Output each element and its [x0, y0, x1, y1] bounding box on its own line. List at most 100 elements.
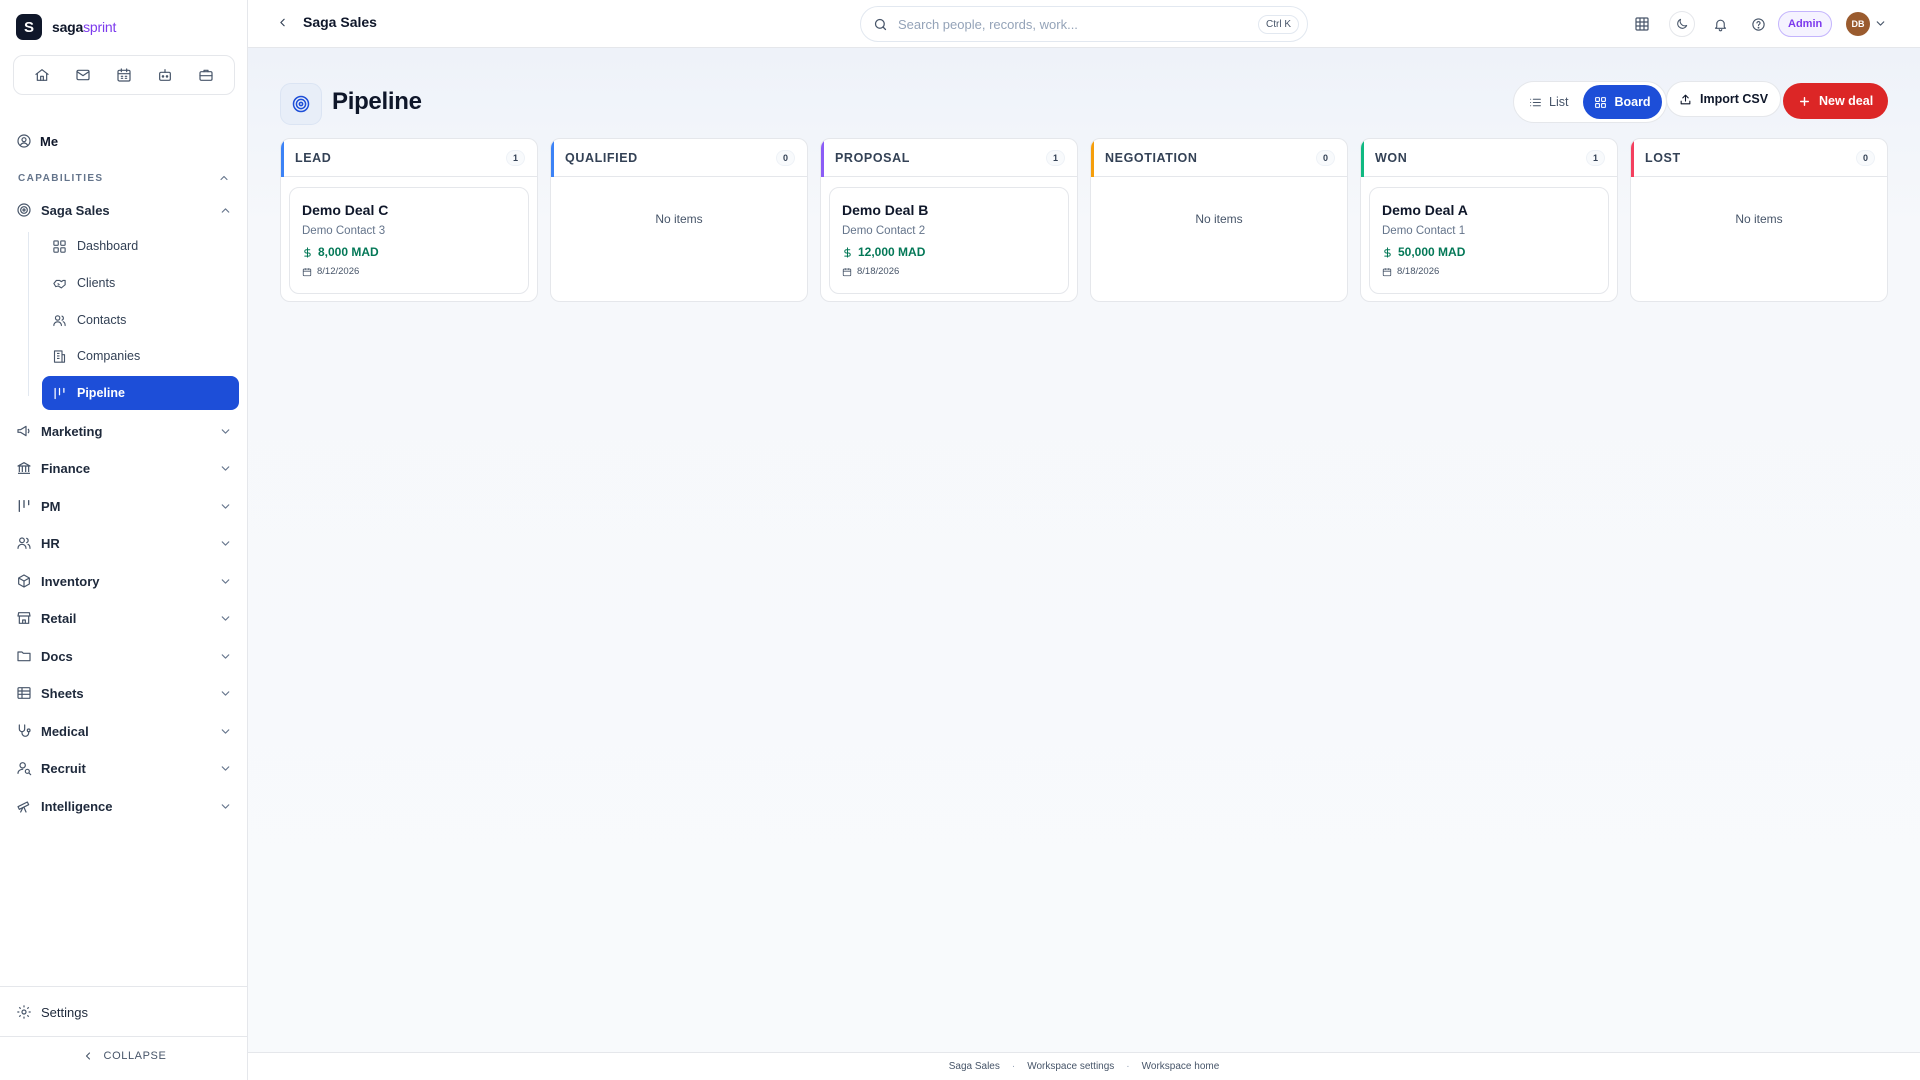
admin-badge[interactable]: Admin — [1778, 11, 1833, 37]
table-icon — [16, 685, 32, 701]
folder-icon — [16, 648, 32, 664]
dashboard-icon — [52, 239, 67, 254]
sidebar-item-companies[interactable]: Companies — [42, 339, 239, 373]
target-icon — [16, 202, 32, 218]
deal-date-value: 8/18/2026 — [857, 266, 900, 277]
column-title: WON — [1375, 150, 1408, 165]
section-retail[interactable]: Retail — [16, 604, 232, 632]
briefcase-icon[interactable] — [192, 61, 220, 89]
section-hr[interactable]: HR — [16, 529, 232, 557]
sidebar-item-dashboard[interactable]: Dashboard — [42, 229, 239, 263]
deal-card[interactable]: Demo Deal B Demo Contact 2 12,000 MAD 8/… — [829, 187, 1069, 294]
new-deal-button[interactable]: New deal — [1783, 83, 1889, 119]
mail-icon[interactable] — [69, 61, 97, 89]
empty-state: No items — [1195, 212, 1243, 226]
column-count: 0 — [775, 149, 795, 166]
import-csv-button[interactable]: Import CSV — [1666, 81, 1782, 117]
sidebar-item-contacts[interactable]: Contacts — [42, 303, 239, 337]
stage-accent — [1361, 139, 1364, 177]
chevron-up-icon — [219, 204, 232, 217]
deal-card[interactable]: Demo Deal C Demo Contact 3 8,000 MAD 8/1… — [289, 187, 529, 294]
sidebar-divider — [0, 1036, 248, 1037]
sidebar-divider — [0, 986, 248, 987]
section-saga-sales[interactable]: Saga Sales — [16, 196, 232, 224]
nav-me[interactable]: Me — [16, 130, 58, 152]
sidebar-item-clients[interactable]: Clients — [42, 266, 239, 300]
section-intelligence[interactable]: Intelligence — [16, 792, 232, 820]
stethoscope-icon — [16, 723, 32, 739]
section-medical[interactable]: Medical — [16, 717, 232, 745]
view-toggle: List Board — [1513, 81, 1667, 123]
brand[interactable]: S sagasprint — [16, 14, 116, 40]
sidebar-item-label: Dashboard — [77, 239, 139, 253]
breadcrumb-title[interactable]: Saga Sales — [303, 14, 377, 30]
search-input[interactable] — [898, 16, 1248, 32]
view-list-button[interactable]: List — [1518, 85, 1579, 119]
home-icon[interactable] — [28, 61, 56, 89]
settings-link[interactable]: Settings — [16, 1004, 88, 1020]
recruit-icon — [16, 760, 32, 776]
chevron-down-icon — [219, 575, 232, 588]
chevron-down-icon — [219, 650, 232, 663]
pm-icon — [16, 498, 32, 514]
column-count: 1 — [1585, 149, 1605, 166]
section-recruit[interactable]: Recruit — [16, 754, 232, 782]
topbar: Saga Sales Ctrl K Admin DB — [248, 0, 1920, 48]
robot-icon[interactable] — [151, 61, 179, 89]
import-label: Import CSV — [1700, 92, 1769, 106]
breadcrumb: Saga Sales — [276, 14, 377, 30]
search-shortcut: Ctrl K — [1258, 14, 1299, 34]
chevron-up-icon — [218, 172, 230, 184]
empty-state: No items — [1735, 212, 1783, 226]
column-title: QUALIFIED — [565, 150, 638, 165]
column-won: WON 1 Demo Deal A Demo Contact 1 50,000 … — [1360, 138, 1618, 302]
deal-amount-value: 8,000 MAD — [318, 245, 379, 259]
view-board-label: Board — [1614, 95, 1651, 109]
moon-icon[interactable] — [1669, 11, 1695, 37]
bell-icon[interactable] — [1707, 11, 1733, 37]
people-icon — [16, 535, 32, 551]
section-docs[interactable]: Docs — [16, 642, 232, 670]
chevron-left-icon — [82, 1050, 94, 1062]
stage-accent — [551, 139, 554, 177]
chevron-down-icon[interactable] — [1874, 17, 1887, 30]
collapse-button[interactable]: COLLAPSE — [0, 1050, 248, 1062]
section-label: Docs — [41, 648, 73, 664]
avatar[interactable]: DB — [1846, 12, 1870, 36]
back-chevron-icon[interactable] — [276, 16, 289, 29]
footer-link-sales[interactable]: Saga Sales — [949, 1061, 1000, 1072]
section-inventory[interactable]: Inventory — [16, 567, 232, 595]
footer-link-workspace-home[interactable]: Workspace home — [1142, 1061, 1220, 1072]
page-title: Pipeline — [332, 88, 422, 115]
apps-grid-icon[interactable] — [1629, 11, 1655, 37]
capabilities-header[interactable]: CAPABILITIES — [18, 172, 230, 184]
deal-contact: Demo Contact 3 — [302, 225, 386, 237]
column-lead: LEAD 1 Demo Deal C Demo Contact 3 8,000 … — [280, 138, 538, 302]
column-count: 1 — [505, 149, 525, 166]
deal-contact: Demo Contact 2 — [842, 225, 926, 237]
telescope-icon — [16, 798, 32, 814]
deal-card[interactable]: Demo Deal A Demo Contact 1 50,000 MAD 8/… — [1369, 187, 1609, 294]
sidebar-item-label: Companies — [77, 349, 141, 363]
column-proposal: PROPOSAL 1 Demo Deal B Demo Contact 2 12… — [820, 138, 1078, 302]
section-sheets[interactable]: Sheets — [16, 679, 232, 707]
section-finance[interactable]: Finance — [16, 454, 232, 482]
sidebar-item-pipeline[interactable]: Pipeline — [42, 376, 239, 410]
calendar-icon[interactable] — [110, 61, 138, 89]
column-title: NEGOTIATION — [1105, 150, 1198, 165]
deal-date: 8/12/2026 — [302, 266, 516, 277]
settings-label: Settings — [41, 1004, 88, 1020]
deal-contact: Demo Contact 1 — [1382, 225, 1466, 237]
footer-link-workspace-settings[interactable]: Workspace settings — [1027, 1061, 1114, 1072]
collapse-label: COLLAPSE — [103, 1050, 167, 1062]
tree-line — [28, 232, 29, 396]
section-marketing[interactable]: Marketing — [16, 417, 232, 445]
search-bar[interactable]: Ctrl K — [860, 6, 1308, 42]
clients-icon — [52, 276, 67, 291]
contacts-icon — [52, 313, 67, 328]
view-board-button[interactable]: Board — [1583, 85, 1662, 119]
section-pm[interactable]: PM — [16, 492, 232, 520]
help-icon[interactable] — [1745, 11, 1771, 37]
user-circle-icon — [16, 133, 32, 149]
search-icon — [873, 17, 888, 32]
